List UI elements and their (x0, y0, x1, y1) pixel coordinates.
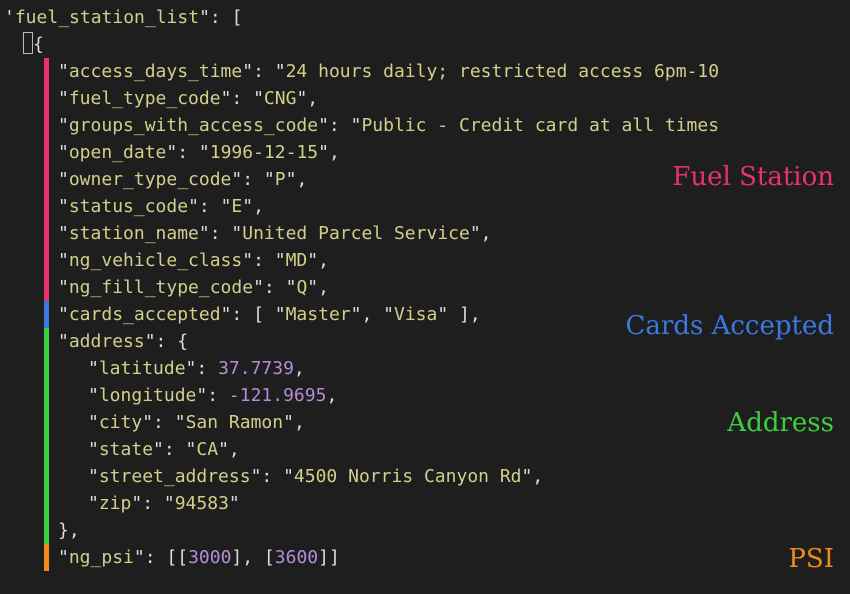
kv-zip: "zip": "94583" (4, 490, 850, 517)
root-line: 'fuel_station_list": [ (4, 4, 850, 31)
kv-groups-with-access-code: "groups_with_access_code": "Public - Cre… (4, 112, 850, 139)
kv-state: "state": "CA", (4, 436, 850, 463)
label-cards-accepted: Cards Accepted (626, 307, 834, 346)
code-block: 'fuel_station_list": [ { "access_days_ti… (4, 4, 850, 571)
kv-ng-fill-type-code: "ng_fill_type_code": "Q", (4, 274, 850, 301)
object-open: { (4, 31, 850, 58)
label-fuel-station: Fuel Station (672, 158, 834, 197)
cursor (23, 32, 33, 54)
kv-status-code: "status_code": "E", (4, 193, 850, 220)
kv-access-days-time: "access_days_time": "24 hours daily; res… (4, 58, 850, 85)
label-address: Address (727, 404, 834, 443)
kv-latitude: "latitude": 37.7739, (4, 355, 850, 382)
kv-station-name: "station_name": "United Parcel Service", (4, 220, 850, 247)
kv-fuel-type-code: "fuel_type_code": "CNG", (4, 85, 850, 112)
kv-street-address: "street_address": "4500 Norris Canyon Rd… (4, 463, 850, 490)
kv-ng-vehicle-class: "ng_vehicle_class": "MD", (4, 247, 850, 274)
kv-ng-psi: "ng_psi": [[3000], [3600]] (4, 544, 850, 571)
kv-address-close: }, (4, 517, 850, 544)
kv-longitude: "longitude": -121.9695, (4, 382, 850, 409)
label-psi: PSI (788, 540, 834, 579)
kv-city: "city": "San Ramon", (4, 409, 850, 436)
